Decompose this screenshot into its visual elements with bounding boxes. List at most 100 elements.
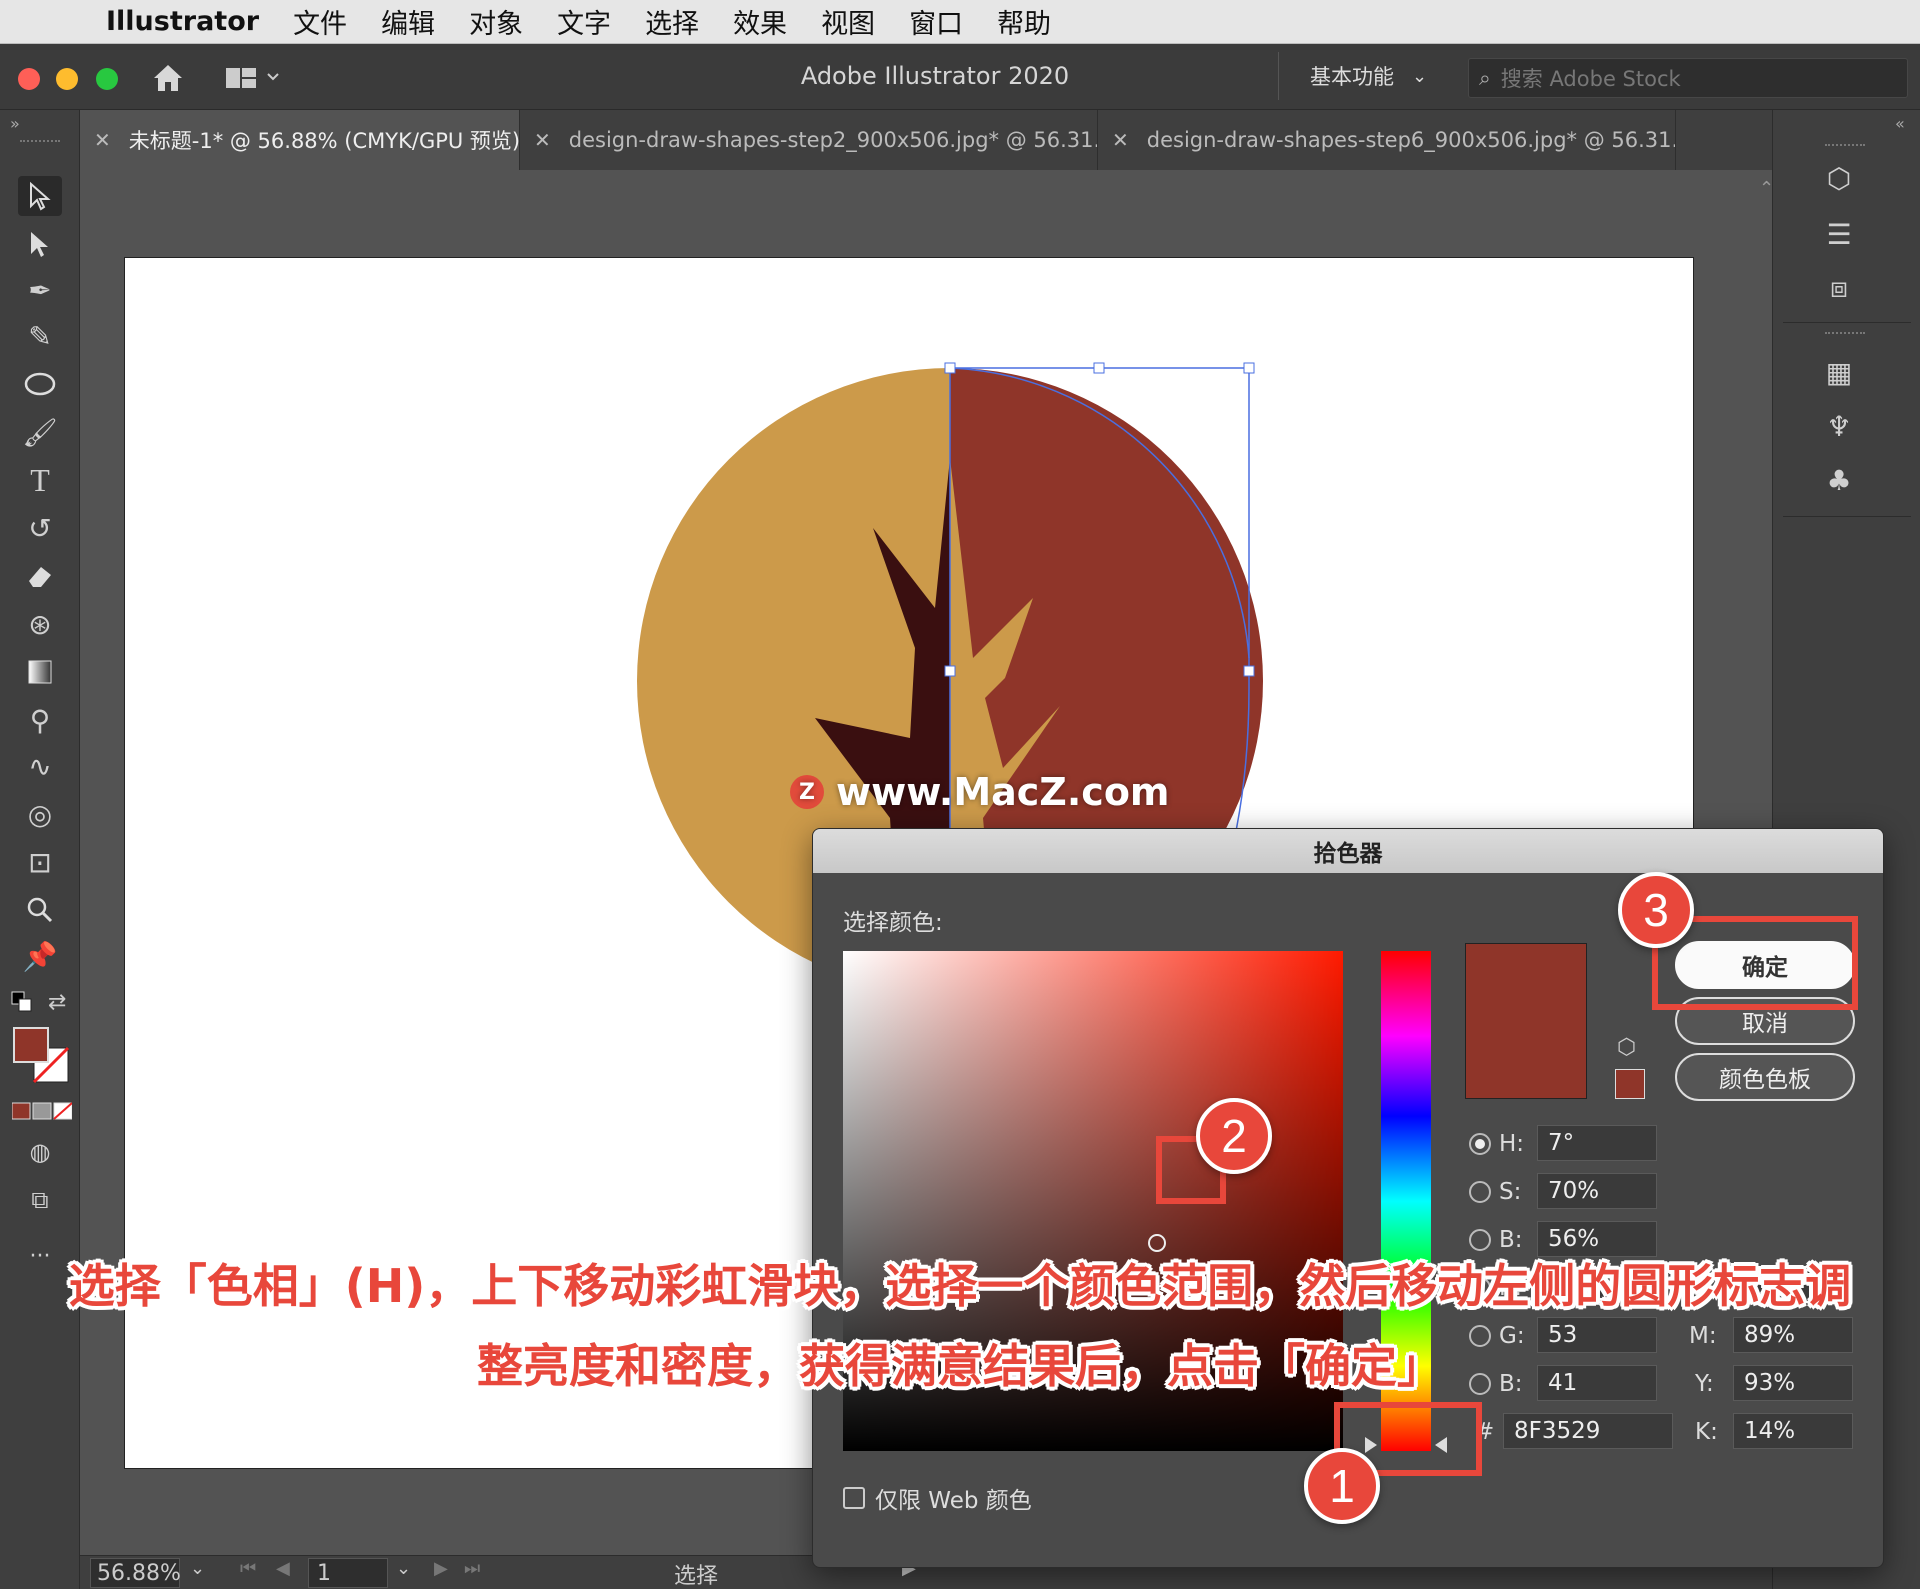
saturation-radio[interactable]: S: [1469, 1179, 1521, 1205]
type-tool-icon[interactable]: T [18, 460, 62, 500]
prev-artboard-icon[interactable]: ◀ [276, 1558, 290, 1579]
menu-app-name[interactable]: Illustrator [106, 6, 259, 37]
hue-field[interactable]: 7° [1537, 1125, 1657, 1161]
menu-help[interactable]: 帮助 [997, 2, 1051, 41]
brightness-value: 56% [1548, 1226, 1600, 1252]
symbols-icon[interactable]: ♣ [1817, 458, 1861, 502]
out-of-gamut-cube-icon[interactable]: ⬡ [1617, 1035, 1636, 1060]
direct-selection-tool-icon[interactable] [18, 224, 62, 264]
menu-window[interactable]: 窗口 [909, 2, 963, 41]
libraries-icon[interactable]: ⬡ [1817, 156, 1861, 200]
screen-mode-icon[interactable]: ⧉ [18, 1180, 62, 1220]
curvature-tool-icon[interactable]: ✎ [18, 316, 62, 356]
tab-document-3[interactable]: ✕ design-draw-shapes-step6_900x506.jpg* … [1098, 110, 1676, 170]
grip-handle[interactable] [20, 140, 60, 143]
close-tab-icon[interactable]: ✕ [534, 128, 551, 152]
workspace-label: 基本功能 [1309, 65, 1394, 89]
bbox-handle[interactable] [944, 362, 956, 374]
draw-mode-icon[interactable]: ◍ [18, 1132, 62, 1172]
collapse-panel-icon[interactable]: » [10, 114, 20, 133]
bbox-handle[interactable] [1093, 362, 1105, 374]
tutorial-caption-line-1: 选择「色相」(H)，上下移动彩虹滑块，选择一个颜色范围，然后移动左侧的圆形标志调 [68, 1259, 1852, 1313]
rotate-tool-icon[interactable]: ↺ [18, 508, 62, 548]
new-color-preview [1465, 943, 1587, 1099]
adobe-stock-search[interactable]: ⌕ 搜索 Adobe Stock [1468, 58, 1908, 98]
warp-tool-icon[interactable]: ⊛ [18, 604, 62, 644]
pin-tool-icon[interactable]: 📌 [18, 936, 62, 976]
default-colors-icon[interactable] [10, 990, 34, 1014]
close-tab-icon[interactable]: ✕ [94, 128, 111, 152]
hue-value: 7° [1548, 1130, 1575, 1156]
black-field[interactable]: 14% [1733, 1413, 1853, 1449]
radio-button[interactable] [1469, 1133, 1491, 1155]
fill-stroke-swatch[interactable] [12, 1026, 72, 1086]
macz-logo-icon: Z [790, 775, 824, 809]
swatches-icon[interactable]: ▦ [1817, 350, 1861, 394]
web-safe-color-swatch[interactable] [1615, 1069, 1645, 1099]
brushes-icon[interactable]: ♆ [1817, 404, 1861, 448]
selection-tool-icon[interactable] [18, 176, 62, 216]
radio-button[interactable] [1469, 1181, 1491, 1203]
tab-label: design-draw-shapes-step2_900x506.jpg* @ … [568, 128, 1098, 152]
grip-handle[interactable] [1825, 144, 1865, 147]
color-swatches-button[interactable]: 颜色色板 [1675, 1053, 1855, 1101]
black-label: K: [1695, 1419, 1718, 1445]
step-badge-3: 3 [1618, 872, 1694, 948]
layers-icon[interactable]: ☰ [1817, 212, 1861, 256]
saturation-value: 70% [1548, 1178, 1600, 1204]
swap-colors-icon[interactable]: ⇄ [48, 990, 66, 1015]
color-mode-buttons[interactable] [11, 1102, 73, 1120]
menu-object[interactable]: 对象 [469, 2, 523, 41]
checkbox[interactable] [843, 1487, 865, 1509]
ellipse-tool-icon[interactable] [18, 364, 62, 404]
workspace-switcher[interactable]: 基本功能 ⌄ [1278, 52, 1458, 100]
web-colors-only-label: 仅限 Web 颜色 [875, 1488, 1032, 1514]
zoom-value: 56.88% [97, 1560, 181, 1586]
hex-field[interactable]: 8F3529 [1503, 1413, 1673, 1449]
step-badge-2: 2 [1196, 1098, 1272, 1174]
artboard-dropdown-icon[interactable]: ⌄ [396, 1558, 411, 1579]
blend-tool-icon[interactable]: ∿ [18, 746, 62, 786]
menu-select[interactable]: 选择 [645, 2, 699, 41]
menu-file[interactable]: 文件 [293, 2, 347, 41]
bbox-handle[interactable] [944, 665, 956, 677]
artboard-tool-icon[interactable]: ⊡ [18, 842, 62, 882]
menu-type[interactable]: 文字 [557, 2, 611, 41]
zoom-dropdown-icon[interactable]: ⌄ [190, 1558, 205, 1579]
stock-search-placeholder: 搜索 Adobe Stock [1500, 67, 1681, 91]
first-artboard-icon[interactable]: ⏮ [240, 1558, 256, 1579]
tab-document-2[interactable]: ✕ design-draw-shapes-step2_900x506.jpg* … [520, 110, 1098, 170]
artboard-number: 1 [317, 1560, 331, 1586]
scroll-up-icon[interactable]: ⌃ [1759, 178, 1774, 199]
hue-label: H: [1499, 1131, 1525, 1157]
artboards-icon[interactable]: ⧈ [1817, 266, 1861, 310]
menu-effect[interactable]: 效果 [733, 2, 787, 41]
web-colors-only-checkbox[interactable]: 仅限 Web 颜色 [843, 1481, 1032, 1515]
paintbrush-tool-icon[interactable]: 🖌 [18, 412, 62, 452]
gradient-tool-icon[interactable] [18, 652, 62, 692]
eraser-tool-icon[interactable] [18, 556, 62, 596]
watermark: Z www.MacZ.com [790, 770, 1170, 814]
next-artboard-icon[interactable]: ▶ [434, 1558, 448, 1579]
pen-tool-icon[interactable]: ✒ [18, 270, 62, 310]
app-titlebar: Adobe Illustrator 2020 基本功能 ⌄ ⌕ 搜索 Adobe… [0, 44, 1920, 110]
artboard-number-field[interactable]: 1 [308, 1558, 388, 1588]
tab-document-1[interactable]: ✕ 未标题-1* @ 56.88% (CMYK/GPU 预览) [80, 110, 520, 170]
menu-edit[interactable]: 编辑 [381, 2, 435, 41]
eyedropper-tool-icon[interactable]: ⚲ [18, 700, 62, 740]
expand-panels-icon[interactable]: « [1895, 114, 1905, 133]
black-value: 14% [1744, 1418, 1796, 1444]
grip-handle[interactable] [1825, 332, 1865, 335]
zoom-level-field[interactable]: 56.88% [90, 1558, 181, 1588]
close-tab-icon[interactable]: ✕ [1112, 128, 1129, 152]
saturation-field[interactable]: 70% [1537, 1173, 1657, 1209]
zoom-tool-icon[interactable] [18, 890, 62, 930]
menu-view[interactable]: 视图 [821, 2, 875, 41]
bbox-handle[interactable] [1243, 362, 1255, 374]
bbox-handle[interactable] [1243, 665, 1255, 677]
last-artboard-icon[interactable]: ⏭ [464, 1558, 480, 1579]
shape-builder-tool-icon[interactable]: ◎ [18, 794, 62, 834]
document-tabs: ✕ 未标题-1* @ 56.88% (CMYK/GPU 预览) ✕ design… [80, 110, 1772, 170]
radio-button[interactable] [1469, 1229, 1491, 1251]
hue-radio[interactable]: H: [1469, 1131, 1524, 1157]
